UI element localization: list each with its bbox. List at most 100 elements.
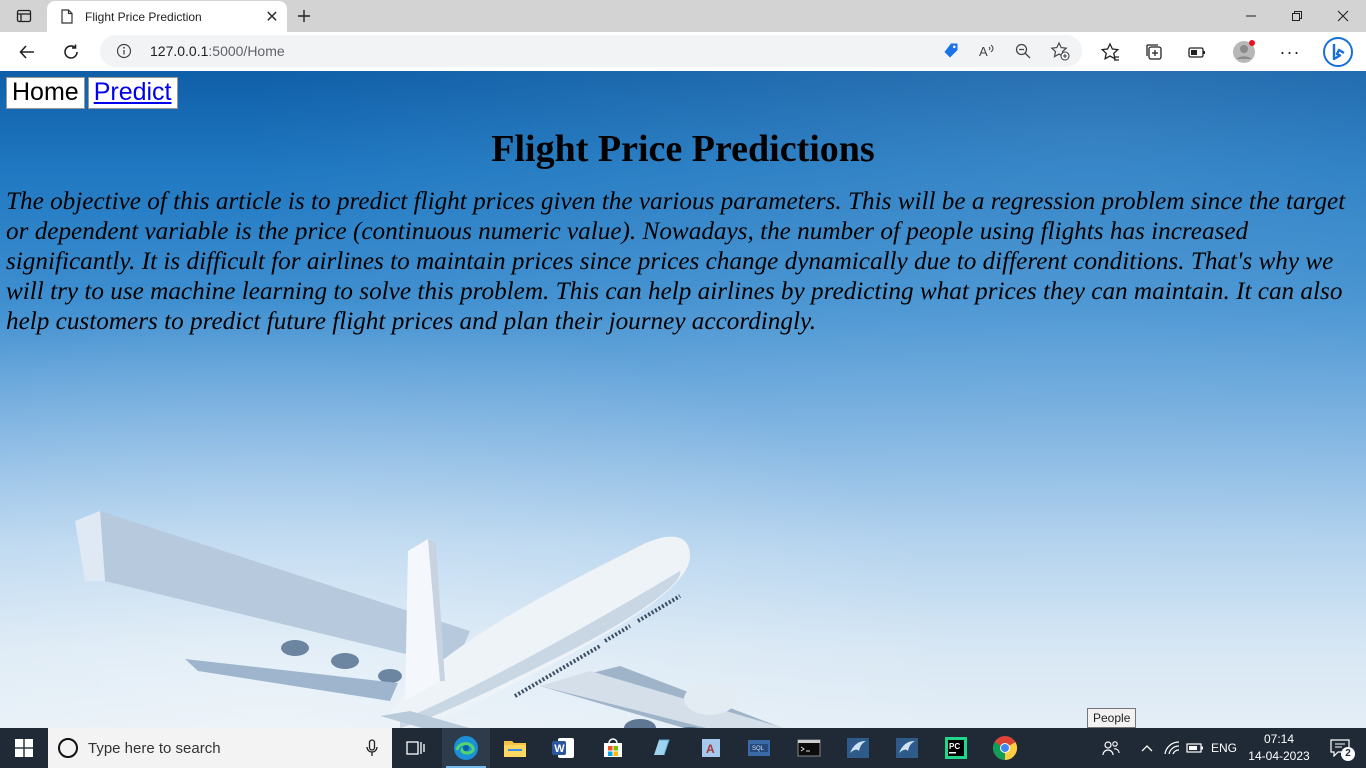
task-view-icon (406, 741, 425, 755)
favorites-icon (1100, 42, 1120, 61)
restore-icon (1292, 11, 1302, 21)
action-center-button[interactable]: 2 (1320, 728, 1360, 768)
chrome-icon (992, 736, 1018, 760)
article-text: The objective of this article is to pred… (6, 188, 1346, 335)
add-favorite-icon[interactable] (1047, 38, 1073, 64)
pycharm-icon: PC (945, 737, 967, 759)
taskbar-chrome[interactable] (981, 728, 1029, 768)
page-icon (59, 9, 75, 25)
site-info-icon[interactable] (114, 41, 134, 61)
taskbar-store[interactable] (589, 728, 637, 768)
taskbar-mysql-workbench-2[interactable] (883, 728, 931, 768)
taskbar-notepad[interactable] (637, 728, 685, 768)
taskbar-clock[interactable]: 07:14 14-04-2023 (1244, 731, 1314, 765)
mysql-workbench-icon (896, 738, 918, 758)
new-tab-button[interactable] (290, 4, 318, 28)
battery-button[interactable] (1184, 728, 1206, 768)
close-window-button[interactable] (1320, 0, 1366, 32)
taskbar: Type here to search W A SQL PC ENG 07:14… (0, 728, 1366, 768)
browser-tab[interactable]: Flight Price Prediction ✕ (47, 1, 287, 32)
chevron-up-icon (1141, 745, 1153, 752)
svg-text:A: A (706, 742, 715, 756)
plus-icon (298, 10, 310, 22)
zoom-out-icon[interactable] (1010, 38, 1036, 64)
shopping-tag-icon[interactable] (938, 38, 964, 64)
tab-strip: Flight Price Prediction ✕ (0, 0, 1366, 32)
more-options-button[interactable]: ··· (1273, 35, 1307, 69)
search-placeholder: Type here to search (88, 740, 221, 757)
page-viewport: Home Predict Flight Price Predictions Th… (0, 71, 1366, 728)
taskbar-terminal[interactable] (785, 728, 833, 768)
notification-count-badge: 2 (1341, 747, 1355, 761)
edge-icon (454, 736, 478, 760)
close-tab-icon[interactable]: ✕ (259, 4, 285, 30)
close-icon (1337, 10, 1349, 22)
microphone-icon[interactable] (362, 738, 382, 758)
taskbar-access[interactable]: A (687, 728, 735, 768)
people-icon (1102, 741, 1120, 756)
bing-icon (1323, 37, 1353, 67)
tab-actions-button[interactable] (8, 4, 40, 28)
minimize-button[interactable] (1228, 0, 1274, 32)
tab-actions-icon (16, 9, 32, 23)
back-arrow-icon (19, 45, 34, 59)
mysql-workbench-icon (847, 738, 869, 758)
address-bar[interactable]: 127.0.0.1:5000/Home A (100, 35, 1082, 67)
avatar-icon (1233, 40, 1255, 63)
file-explorer-icon (504, 741, 526, 757)
battery-extension-icon (1188, 47, 1205, 58)
main-nav: Home Predict (6, 77, 178, 109)
svg-text:A: A (979, 44, 988, 59)
word-icon: W (552, 738, 574, 758)
page-title: Flight Price Predictions (491, 128, 875, 170)
collections-icon (1146, 44, 1162, 60)
cortana-icon (58, 738, 78, 758)
task-view-button[interactable] (392, 728, 440, 768)
read-aloud-icon[interactable]: A (974, 38, 1000, 64)
network-button[interactable] (1161, 728, 1183, 768)
taskbar-mysql-workbench-1[interactable] (834, 728, 882, 768)
taskbar-sql[interactable]: SQL (735, 728, 783, 768)
refresh-button[interactable] (54, 35, 88, 69)
tab-title: Flight Price Prediction (85, 9, 202, 24)
back-button[interactable] (10, 35, 44, 69)
taskbar-edge[interactable] (442, 728, 490, 768)
extension-button[interactable] (1180, 35, 1214, 69)
wifi-icon (1164, 741, 1180, 755)
minimize-icon (1246, 15, 1256, 17)
svg-text:W: W (554, 743, 565, 755)
clock-time: 07:14 (1263, 732, 1295, 746)
airplane-image (75, 511, 784, 728)
taskbar-file-explorer[interactable] (491, 728, 539, 768)
terminal-icon (797, 739, 821, 757)
nav-home-link[interactable]: Home (6, 77, 85, 109)
svg-text:SQL: SQL (752, 746, 765, 752)
people-button[interactable] (1095, 728, 1127, 768)
nav-predict-link[interactable]: Predict (87, 77, 178, 109)
access-icon: A (702, 739, 720, 757)
start-button[interactable] (0, 728, 48, 768)
taskbar-search-box[interactable]: Type here to search (48, 728, 392, 768)
url-text[interactable]: 127.0.0.1:5000/Home (150, 43, 285, 59)
windows-logo-icon (15, 739, 33, 757)
taskbar-pycharm[interactable]: PC (932, 728, 980, 768)
store-icon (604, 738, 622, 757)
collections-button[interactable] (1137, 35, 1171, 69)
refresh-icon (64, 44, 78, 59)
clock-date: 14-04-2023 (1248, 749, 1310, 763)
profile-button[interactable] (1227, 35, 1261, 69)
sql-icon: SQL (748, 740, 770, 756)
notepad-icon (654, 739, 670, 756)
taskbar-word[interactable]: W (539, 728, 587, 768)
people-tooltip: People (1087, 708, 1137, 728)
bing-chat-button[interactable] (1319, 35, 1357, 69)
url-path: :5000/Home (208, 43, 285, 59)
show-hidden-icons-button[interactable] (1135, 728, 1159, 768)
restore-button[interactable] (1274, 0, 1320, 32)
svg-text:PC: PC (949, 742, 960, 751)
input-language[interactable]: ENG (1208, 728, 1240, 768)
ellipsis-icon: ··· (1279, 41, 1301, 62)
battery-icon (1186, 743, 1203, 753)
favorites-button[interactable] (1093, 35, 1127, 69)
url-host: 127.0.0.1 (150, 43, 209, 59)
